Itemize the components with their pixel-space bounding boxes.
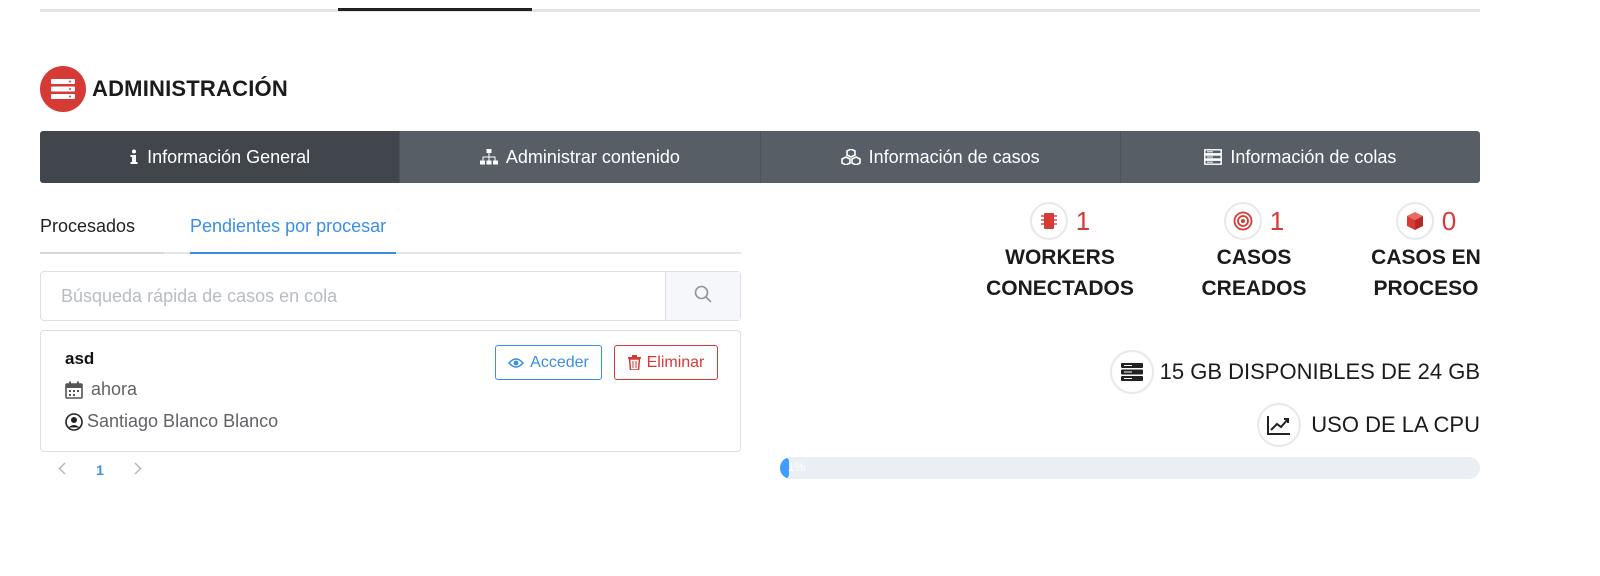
target-icon	[1223, 202, 1262, 240]
box-icon	[1395, 202, 1434, 240]
case-user-row: Santiago Blanco Blanco	[65, 411, 278, 432]
main-tab-bar: Información General Administrar contenid…	[40, 131, 1480, 183]
disk-usage: 15 GB DISPONIBLES DE 24 GB	[1109, 350, 1480, 394]
eye-icon	[508, 357, 525, 369]
tab-procesados[interactable]: Procesados	[40, 216, 164, 254]
chevron-left-icon	[58, 462, 66, 478]
cases-in-process-label-line1: CASOS EN	[1371, 246, 1481, 269]
workers-label: WORKERS CONECTADOS	[978, 242, 1142, 304]
cases-in-process-label: CASOS EN PROCESO	[1352, 242, 1500, 304]
pagination: 1	[52, 462, 148, 478]
tab-label: Información de colas	[1230, 146, 1397, 167]
calendar-icon	[65, 381, 83, 399]
chart-line-icon	[1257, 403, 1302, 447]
search-icon	[694, 285, 712, 308]
server-icon	[1204, 149, 1223, 165]
search-box	[40, 271, 741, 321]
delete-label: Eliminar	[646, 353, 705, 371]
case-name: asd	[65, 349, 95, 368]
cases-created-label-line1: CASOS	[1216, 246, 1292, 269]
cases-created-label: CASOS CREADOS	[1180, 242, 1328, 304]
user-circle-icon	[65, 412, 83, 431]
sub-tab-bar: Procesados Pendientes por procesar	[40, 210, 741, 254]
top-nav-underline	[40, 8, 1480, 12]
case-user: Santiago Blanco Blanco	[87, 411, 279, 431]
tab-administrar-contenido[interactable]: Administrar contenido	[400, 131, 761, 183]
workers-count: 1	[1075, 205, 1091, 236]
workers-label-line2: CONECTADOS	[986, 277, 1134, 300]
tab-informacion-de-casos[interactable]: Información de casos	[760, 131, 1121, 183]
stat-cases-created: 1 CASOS CREADOS	[1180, 202, 1328, 304]
disk-usage-text: 15 GB DISPONIBLES DE 24 GB	[1159, 359, 1480, 384]
chip-icon	[1029, 202, 1068, 240]
server-icon	[40, 66, 86, 112]
search-input[interactable]	[41, 272, 665, 320]
case-time-row: ahora	[65, 379, 137, 400]
tab-informacion-de-colas[interactable]: Información de colas	[1120, 131, 1480, 183]
cases-in-process-label-line2: PROCESO	[1373, 277, 1479, 300]
stat-workers: 1 WORKERS CONECTADOS	[978, 202, 1142, 304]
page-number[interactable]: 1	[72, 462, 128, 478]
tab-label: Información General	[147, 146, 311, 167]
page-title: ADMINISTRACIÓN	[92, 76, 288, 101]
chevron-right-icon	[134, 462, 142, 478]
case-time: ahora	[91, 379, 138, 399]
hdd-icon	[1109, 350, 1154, 394]
stat-cases-in-process: 0 CASOS EN PROCESO	[1352, 202, 1500, 304]
sitemap-icon	[479, 149, 498, 165]
tab-label: Información de casos	[868, 146, 1040, 167]
info-icon	[129, 149, 139, 165]
access-label: Acceder	[530, 353, 589, 371]
cpu-usage-label: USO DE LA CPU	[1311, 412, 1480, 437]
cases-created-count: 1	[1269, 205, 1285, 236]
cases-created-label-line2: CREADOS	[1201, 277, 1307, 300]
top-nav-active-indicator	[338, 8, 532, 11]
tab-label: Administrar contenido	[505, 146, 680, 167]
cpu-progress-bar: 1%	[780, 457, 1480, 479]
page-header: ADMINISTRACIÓN	[40, 66, 288, 112]
tab-pendientes-por-procesar[interactable]: Pendientes por procesar	[190, 216, 396, 254]
access-button[interactable]: Acceder	[495, 345, 602, 380]
tab-informacion-general[interactable]: Información General	[40, 131, 401, 183]
cases-in-process-count: 0	[1441, 205, 1457, 236]
trash-icon	[627, 355, 641, 370]
cubes-icon	[840, 149, 861, 165]
delete-button[interactable]: Eliminar	[614, 345, 718, 380]
next-page-button[interactable]	[128, 462, 148, 478]
case-card: asd ahora Santiago Blanco Blanco Acceder…	[40, 330, 741, 452]
search-button[interactable]	[665, 272, 740, 320]
prev-page-button[interactable]	[52, 462, 72, 478]
workers-label-line1: WORKERS	[1005, 246, 1115, 269]
cpu-progress-text: 1%	[788, 460, 806, 474]
cpu-usage: USO DE LA CPU	[1257, 403, 1480, 447]
